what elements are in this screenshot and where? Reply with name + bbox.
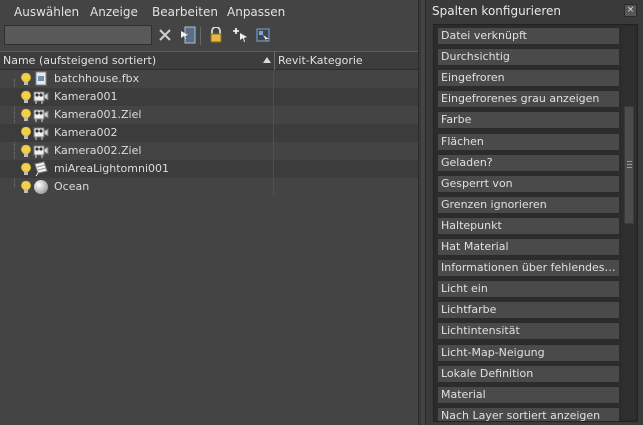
column-option[interactable]: Eingefrorenes grau anzeigen [437, 90, 620, 109]
row-column-divider [273, 106, 274, 124]
column-option[interactable]: Lichtintensität [437, 322, 620, 341]
clear-x-icon[interactable] [156, 26, 174, 44]
column-option[interactable]: Material [437, 385, 620, 404]
column-option[interactable]: Eingefroren [437, 69, 620, 88]
toolbar [0, 24, 421, 48]
column-option[interactable]: Farbe [437, 111, 620, 130]
toolbar-separator [200, 27, 201, 45]
tree-row-label: batchhouse.fbx [54, 72, 140, 85]
tree-row-label: Kamera001 [54, 90, 118, 103]
select-arrow-icon[interactable] [179, 26, 197, 44]
camera-icon [33, 143, 49, 159]
camera-icon [33, 107, 49, 123]
column-option[interactable]: Datei verknüpft [437, 27, 620, 45]
column-option[interactable]: Flächen [437, 132, 620, 151]
tree-row[interactable]: batchhouse.fbx [0, 70, 418, 88]
panel-title: Spalten konfigurieren [432, 4, 561, 18]
row-column-divider [273, 70, 274, 88]
column-name[interactable]: Name (aufsteigend sortiert) [3, 54, 156, 67]
column-option[interactable]: Informationen über fehlendes Plug-in [437, 259, 620, 278]
scene-explorer: Auswählen Anzeige Bearbeiten Anpassen Na… [0, 0, 421, 425]
row-column-divider [273, 160, 274, 178]
column-header: Name (aufsteigend sortiert) Revit-Katego… [0, 51, 421, 70]
column-divider[interactable] [274, 52, 275, 70]
tree-row-label: Kamera002 [54, 126, 118, 139]
add-select-icon[interactable] [231, 26, 249, 44]
column-list: Datei verknüpft Durchsichtig Eingefroren Ei… [433, 24, 638, 422]
lock-icon[interactable] [207, 26, 225, 44]
tree-row[interactable]: Kamera001.Ziel [0, 106, 418, 124]
column-option[interactable]: Haltepunkt [437, 216, 620, 235]
light-bulb-icon[interactable] [20, 126, 32, 140]
sort-ascending-icon [263, 57, 271, 63]
column-option[interactable]: Gesperrt von [437, 174, 620, 193]
search-input[interactable] [4, 25, 152, 45]
column-option[interactable]: Licht-Map-Neigung [437, 343, 620, 362]
column-option[interactable]: Geladen? [437, 153, 620, 172]
menu-bar: Auswählen Anzeige Bearbeiten Anpassen [0, 0, 421, 24]
column-option[interactable]: Lokale Definition [437, 364, 620, 383]
column-revit-kategorie[interactable]: Revit-Kategorie [278, 54, 363, 67]
scrollbar[interactable] [623, 27, 635, 419]
column-option[interactable]: Durchsichtig [437, 48, 620, 67]
tree-row[interactable]: Kamera001 [0, 88, 418, 106]
column-option[interactable]: Hat Material [437, 238, 620, 256]
light-bulb-icon[interactable] [20, 90, 32, 104]
light-bulb-icon[interactable] [20, 108, 32, 122]
light-bulb-icon[interactable] [20, 162, 32, 176]
tree-row-label: miAreaLightomni001 [54, 162, 170, 175]
configure-columns-panel: Spalten konfigurieren × Datei verknüpft D… [425, 0, 643, 425]
tree-row-label: Kamera001.Ziel [54, 108, 142, 121]
light-bulb-icon[interactable] [20, 144, 32, 158]
camera-icon [33, 89, 49, 105]
light-bulb-icon[interactable] [20, 72, 32, 86]
row-column-divider [273, 88, 274, 106]
column-option[interactable]: Nach Layer sortiert anzeigen [437, 406, 620, 421]
tree-row-label: Ocean [54, 180, 90, 193]
menu-anzeige[interactable]: Anzeige [90, 5, 138, 19]
menu-auswaehlen[interactable]: Auswählen [14, 5, 79, 19]
tree-row[interactable]: Kamera002.Ziel [0, 142, 418, 160]
menu-anpassen[interactable]: Anpassen [227, 5, 285, 19]
tree-row[interactable]: Ocean [0, 178, 418, 196]
sphere-icon [33, 179, 49, 195]
tree-row-label: Kamera002.Ziel [54, 144, 142, 157]
hierarchy-select-icon[interactable] [254, 26, 272, 44]
file-icon [33, 71, 49, 87]
tree-row[interactable]: miAreaLightomni001 [0, 160, 418, 178]
light-bulb-icon[interactable] [20, 180, 32, 194]
row-column-divider [273, 124, 274, 142]
column-option[interactable]: Lichtfarbe [437, 301, 620, 320]
menu-bearbeiten[interactable]: Bearbeiten [152, 5, 218, 19]
light-icon [33, 161, 49, 177]
column-option[interactable]: Grenzen ignorieren [437, 195, 620, 214]
tree-row[interactable]: Kamera002 [0, 124, 418, 142]
row-column-divider [273, 142, 274, 160]
close-button[interactable]: × [624, 4, 637, 17]
splitter[interactable] [418, 0, 421, 425]
column-option[interactable]: Licht ein [437, 280, 620, 299]
row-column-divider [273, 178, 274, 196]
scrollbar-thumb[interactable] [624, 106, 634, 224]
camera-icon [33, 125, 49, 141]
